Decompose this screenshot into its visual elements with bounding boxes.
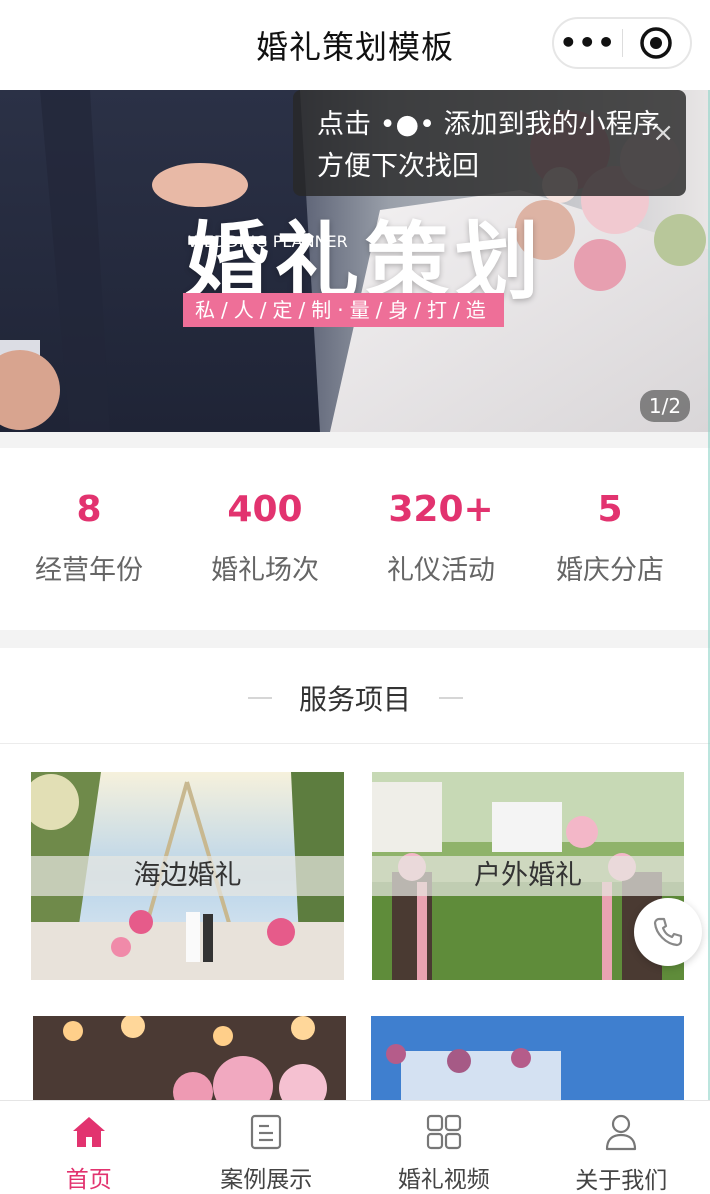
banner-tagline: 私/人/定/制·量/身/打/造 [183, 293, 504, 327]
stat-number: 400 [227, 489, 303, 530]
stat-number: 5 [597, 489, 623, 530]
section-separator [0, 630, 710, 648]
stat-label: 礼仪活动 [387, 555, 495, 586]
banner-subtitle-en: WEDDING PLANNER [188, 232, 348, 251]
service-card-outdoor[interactable]: 户外婚礼 [372, 772, 684, 980]
tab-about[interactable]: 关于我们 [533, 1101, 710, 1194]
service-card-4[interactable] [371, 1016, 684, 1100]
stat-number: 320+ [388, 489, 494, 530]
stat-label: 婚庆分店 [556, 555, 664, 586]
mini-program-capsule: ••• [552, 17, 692, 69]
tab-home[interactable]: 首页 [0, 1101, 178, 1194]
stat-label: 经营年份 [35, 555, 143, 586]
user-icon [606, 1114, 637, 1151]
service-card-label: 户外婚礼 [372, 856, 684, 896]
carousel-page-indicator: 1/2 [640, 390, 690, 422]
target-icon [640, 27, 672, 59]
stat-number: 8 [76, 489, 102, 530]
tab-label: 案例展示 [220, 1167, 313, 1193]
services-header: 服务项目 [0, 648, 710, 744]
tab-label: 关于我们 [575, 1168, 668, 1194]
call-button[interactable] [634, 898, 702, 966]
close-miniprogram-button[interactable] [623, 26, 691, 60]
grid-icon [426, 1114, 461, 1149]
stats-panel: 8 经营年份 400 婚礼场次 320+ 礼仪活动 5 婚庆分店 [0, 448, 710, 630]
section-separator [0, 432, 710, 448]
stat-item: 8 经营年份 [4, 486, 174, 587]
tip-text-line2: 方便下次找回 [317, 151, 479, 182]
tab-cases[interactable]: 案例展示 [178, 1101, 356, 1194]
tab-label: 首页 [65, 1167, 112, 1193]
more-button[interactable]: ••• [554, 17, 622, 69]
stat-label: 婚礼场次 [211, 555, 319, 586]
add-to-miniprogram-tip: 点击 •●• 添加到我的小程序 方便下次找回 × [293, 90, 686, 196]
phone-icon [653, 917, 683, 947]
service-image [371, 1016, 684, 1100]
stat-item: 5 婚庆分店 [525, 486, 695, 587]
services-heading: 服务项目 [298, 683, 411, 716]
tip-text-line1: 点击 •●• 添加到我的小程序 [317, 109, 660, 140]
stat-item: 320+ 礼仪活动 [356, 486, 526, 587]
home-icon [72, 1116, 105, 1147]
tab-videos[interactable]: 婚礼视频 [355, 1101, 533, 1194]
bottom-tab-bar: 首页 案例展示 婚礼视频 关于我们 [0, 1100, 710, 1194]
document-icon [251, 1114, 282, 1149]
service-image [33, 1016, 346, 1100]
service-card-label: 海边婚礼 [31, 856, 344, 896]
tab-label: 婚礼视频 [397, 1167, 490, 1193]
stat-item: 400 婚礼场次 [180, 486, 350, 587]
service-card-beach[interactable]: 海边婚礼 [31, 772, 344, 980]
heading-line-right [439, 697, 463, 699]
title-bar: 婚礼策划模板 ••• [0, 0, 710, 90]
service-card-3[interactable] [33, 1016, 346, 1100]
close-icon[interactable]: × [652, 112, 674, 154]
